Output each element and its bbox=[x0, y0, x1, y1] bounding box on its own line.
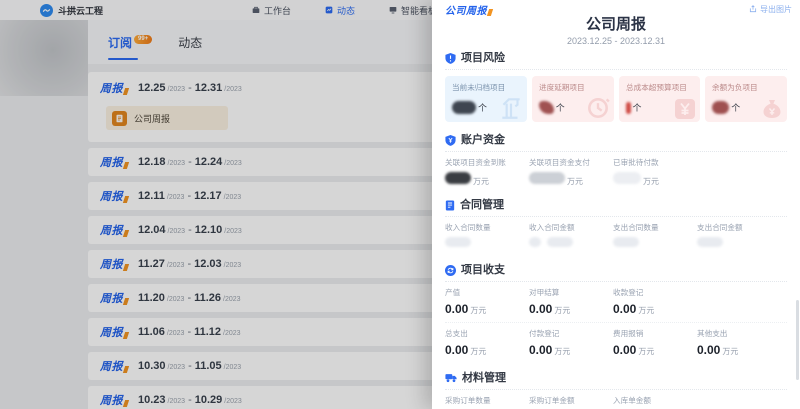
metric-funds-received: 关联项目资金到账 万元 bbox=[445, 158, 529, 187]
drawer-date-range: 2023.12.25 - 2023.12.31 bbox=[432, 36, 800, 46]
drawer-scrollbar[interactable] bbox=[796, 300, 799, 380]
metric-expense-contract-amount: 支出合同金额 bbox=[697, 223, 781, 252]
section-project-risk: 项目风险 当前未归档项目 个 进度延期项目 个 bbox=[432, 52, 800, 122]
crane-icon bbox=[498, 95, 524, 121]
clock-icon bbox=[585, 95, 611, 121]
redacted-value bbox=[613, 237, 639, 247]
metric-purchase-order-count: 采购订单数量 0个 bbox=[445, 396, 529, 409]
metric-receipt-register: 收款登记 0.00万元 bbox=[613, 288, 697, 317]
app-window: 斗拱云工程 工作台 动态 智能看板 NEW 订阅 9 bbox=[0, 0, 800, 409]
redacted-value bbox=[712, 101, 729, 114]
metric-payment-register: 付款登记 0.00万元 bbox=[529, 329, 613, 358]
cycle-icon bbox=[445, 265, 456, 276]
section-account-funds: 账户资金 关联项目资金到账 万元 关联项目资金支付 万元 已审批待付款 万元 bbox=[432, 134, 800, 187]
redacted-value bbox=[529, 237, 541, 247]
metric-total-expense: 总支出 0.00万元 bbox=[445, 329, 529, 358]
metric-inbound-amount: 入库单金额 0.00万元 bbox=[613, 396, 697, 409]
truck-icon bbox=[445, 373, 457, 383]
export-icon bbox=[749, 5, 757, 13]
money-bag-icon bbox=[760, 97, 784, 121]
metric-owner-settlement: 对甲结算 0.00万元 bbox=[529, 288, 613, 317]
redacted-value bbox=[697, 237, 723, 247]
metric-expense-reimburse: 费用报销 0.00万元 bbox=[613, 329, 697, 358]
metric-funds-paid: 关联项目资金支付 万元 bbox=[529, 158, 613, 187]
redacted-value bbox=[547, 237, 573, 247]
metric-approved-pending: 已审批待付款 万元 bbox=[613, 158, 697, 187]
company-weekly-report-drawer: 公司周报 导出图片 公司周报 2023.12.25 - 2023.12.31 项… bbox=[432, 0, 800, 409]
metric-output-value: 产值 0.00万元 bbox=[445, 288, 529, 317]
metric-expense-contract-count: 支出合同数量 bbox=[613, 223, 697, 252]
contract-doc-icon bbox=[445, 200, 455, 211]
shield-alert-icon bbox=[445, 53, 456, 64]
risk-card-delayed: 进度延期项目 个 bbox=[532, 76, 614, 122]
metric-other-expense: 其他支出 0.00万元 bbox=[697, 329, 781, 358]
risk-card-over-budget: 总成本超预算项目 个 bbox=[619, 76, 701, 122]
metric-income-contract-amount: 收入合同金额 bbox=[529, 223, 613, 252]
redacted-value bbox=[626, 102, 631, 114]
redacted-value bbox=[529, 172, 565, 184]
redacted-value bbox=[452, 101, 476, 114]
metric-income-contract-count: 收入合同数量 bbox=[445, 223, 529, 252]
redacted-value bbox=[613, 172, 641, 184]
metric-purchase-order-amount: 采购订单金额 0.00万元 bbox=[529, 396, 613, 409]
shield-yuan-icon bbox=[445, 135, 456, 146]
modal-backdrop[interactable] bbox=[0, 0, 433, 409]
section-contract-management: 合同管理 收入合同数量 收入合同金额 支出合同数量 支出合同金额 bbox=[432, 199, 800, 252]
section-material-management: 材料管理 采购订单数量 0个 采购订单金额 0.00万元 入库单金额 0.00万… bbox=[432, 372, 800, 409]
redacted-value bbox=[539, 101, 554, 114]
redacted-value bbox=[445, 172, 471, 184]
export-image-button[interactable]: 导出图片 bbox=[749, 4, 792, 15]
risk-card-unarchived: 当前未归档项目 个 bbox=[445, 76, 527, 122]
drawer-corner-logo: 公司周报 bbox=[445, 2, 492, 17]
redacted-value bbox=[445, 237, 471, 247]
yuan-square-icon bbox=[673, 97, 697, 121]
risk-card-negative-balance: 余额为负项目 个 bbox=[705, 76, 787, 122]
section-project-pnl: 项目收支 产值 0.00万元 对甲结算 0.00万元 收款登记 0.00万元 bbox=[432, 264, 800, 358]
drawer-title: 公司周报 bbox=[432, 16, 800, 34]
